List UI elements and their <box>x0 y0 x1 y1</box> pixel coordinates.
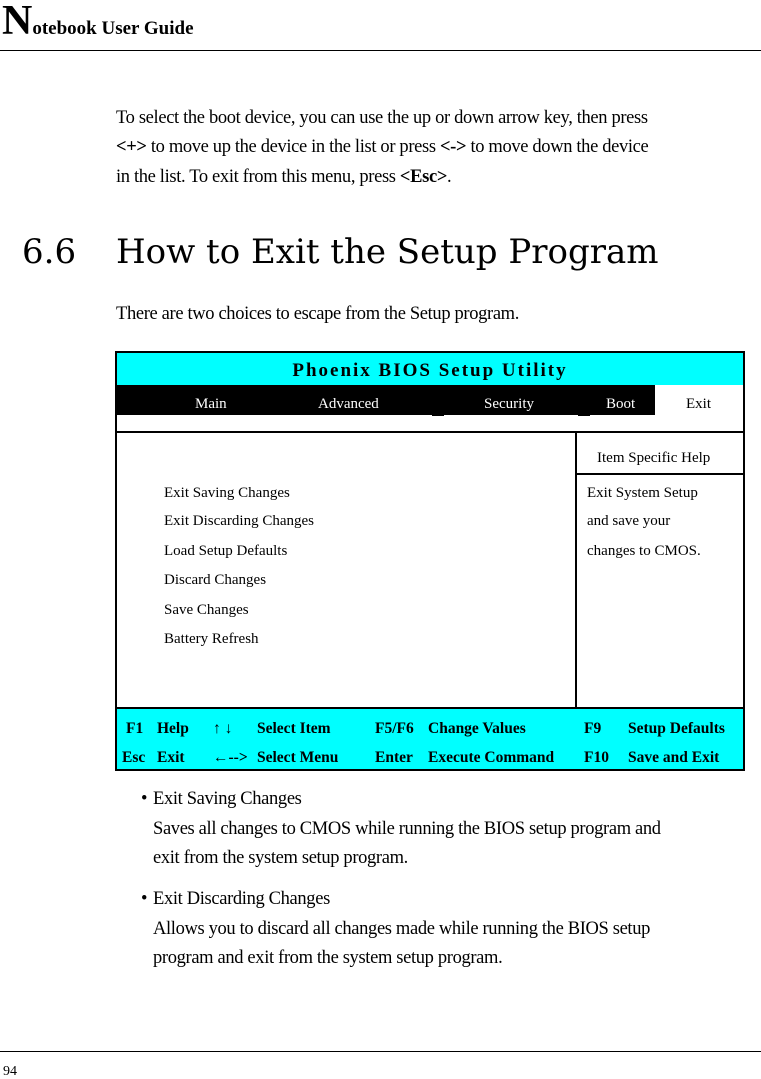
help-title: Item Specific Help <box>597 450 711 466</box>
bullet-text: Allows you to discard all changes made w… <box>153 919 651 939</box>
help-text: and save your <box>587 513 671 529</box>
help-text: Exit System Setup <box>587 485 698 501</box>
bios-key-legend: F1 Help ↑ ↓ Select Item F5/F6 Change Val… <box>117 707 743 769</box>
key: F1 <box>126 720 144 737</box>
bullet-title: Exit Discarding Changes <box>153 889 330 909</box>
tab-advanced[interactable]: Advanced <box>318 385 379 415</box>
bullet-text: exit from the system setup program. <box>153 848 408 868</box>
key-action: Execute Command <box>428 749 555 766</box>
key: Enter <box>375 749 413 766</box>
document-page: Notebook User Guide To select the boot d… <box>0 0 761 1079</box>
key: F9 <box>584 720 602 737</box>
bullet-text: program and exit from the system setup p… <box>153 948 503 968</box>
divider <box>575 473 743 475</box>
bios-screen: Phoenix BIOS Setup Utility Main Advanced… <box>115 351 745 771</box>
intro-line-3: in the list. To exit from this menu, pre… <box>116 167 452 187</box>
key: F5/F6 <box>375 720 414 737</box>
menu-item-exit-saving[interactable]: Exit Saving Changes <box>164 485 290 502</box>
tab-main[interactable]: Main <box>195 385 227 415</box>
menu-item-battery-refresh[interactable]: Battery Refresh <box>164 631 259 648</box>
tab-marker <box>578 413 590 416</box>
key-action: Select Menu <box>257 749 339 766</box>
menu-item-save-changes[interactable]: Save Changes <box>164 602 249 619</box>
bullet-icon: • <box>141 789 148 809</box>
key-action: Help <box>157 720 189 737</box>
tab-boot[interactable]: Boot <box>606 385 635 415</box>
intro-line-2: <+> to move up the device in the list or… <box>116 137 649 157</box>
help-text: changes to CMOS. <box>587 543 701 559</box>
key-action: Setup Defaults <box>628 720 725 737</box>
bullet-text: Saves all changes to CMOS while running … <box>153 819 661 839</box>
menu-item-discard-changes[interactable]: Discard Changes <box>164 572 266 589</box>
arrows-icon: ↑ ↓ <box>213 720 233 737</box>
intro-line-1: To select the boot device, you can use t… <box>116 108 648 128</box>
key-action: Save and Exit <box>628 749 720 766</box>
section-number: 6.6 <box>22 232 77 272</box>
key: F10 <box>584 749 609 766</box>
header-rule <box>0 50 761 51</box>
bullet-icon: • <box>141 889 148 909</box>
bios-title: Phoenix BIOS Setup Utility <box>117 353 743 385</box>
arrows-icon: ←--> <box>213 749 248 766</box>
key-action: Select Item <box>257 720 331 737</box>
tab-security[interactable]: Security <box>484 385 534 415</box>
menu-item-load-defaults[interactable]: Load Setup Defaults <box>164 543 287 560</box>
menu-item-exit-discarding[interactable]: Exit Discarding Changes <box>164 513 314 530</box>
page-number: 94 <box>3 1064 17 1079</box>
section-title: How to Exit the Setup Program <box>116 232 659 272</box>
divider <box>117 431 743 433</box>
footer-rule <box>0 1051 761 1052</box>
bullet-title: Exit Saving Changes <box>153 789 302 809</box>
running-header: Notebook User Guide <box>2 0 194 44</box>
lead-paragraph: There are two choices to escape from the… <box>116 304 519 324</box>
key-action: Exit <box>157 749 185 766</box>
key: Esc <box>122 749 146 766</box>
tab-exit[interactable]: Exit <box>686 385 711 415</box>
key-action: Change Values <box>428 720 526 737</box>
tab-marker <box>432 413 444 416</box>
